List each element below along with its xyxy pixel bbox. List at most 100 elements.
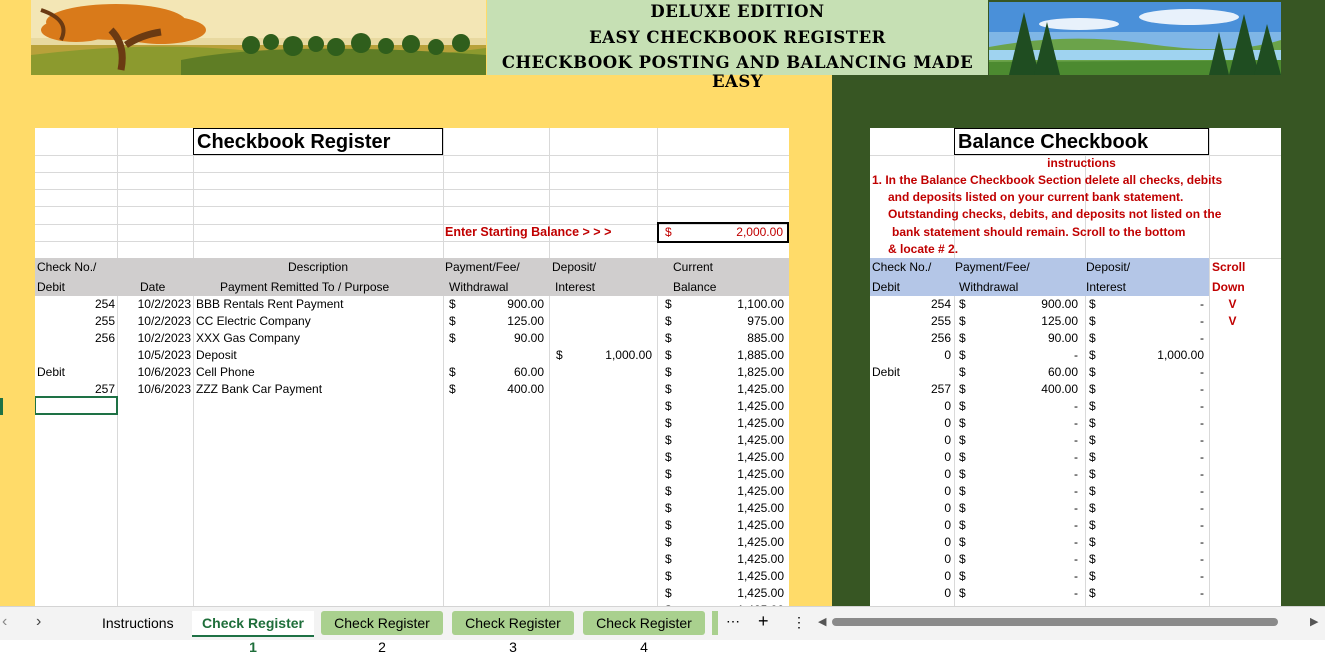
next-sheet-button[interactable]: › — [36, 613, 50, 631]
payment-cell — [465, 585, 544, 602]
check-no-cell — [35, 347, 115, 364]
tab-instructions[interactable]: Instructions — [92, 611, 182, 635]
more-sheets-button[interactable]: ⋯ — [726, 613, 740, 630]
balance-currency: $ — [665, 416, 672, 430]
check-no-cell — [35, 466, 115, 483]
balance-deposit-currency: $ — [1089, 331, 1096, 345]
prev-sheet-button[interactable]: ‹ — [2, 613, 16, 631]
date-cell — [117, 585, 191, 602]
payment-cell — [465, 500, 544, 517]
header-check-no: Check No./ — [37, 260, 97, 274]
checkbook-register-sheet: Checkbook Register Enter Starting Balanc… — [35, 128, 789, 606]
tab-check-register-3[interactable]: Check Register 3 — [452, 611, 574, 655]
tab-partial[interactable] — [712, 611, 718, 635]
balance-payment-currency: $ — [959, 365, 966, 379]
balance-cell: 1,425.00 — [737, 518, 784, 532]
balance-check-no-cell: 0 — [944, 416, 951, 430]
balance-check-no-cell: 0 — [944, 569, 951, 583]
instruction-line-5: & locate # 2. — [888, 242, 959, 256]
grid-col-line — [1209, 128, 1210, 606]
header-current: Current — [673, 260, 714, 274]
register-title: Checkbook Register — [193, 128, 443, 155]
balance-currency: $ — [665, 433, 672, 447]
date-cell — [117, 415, 191, 432]
balance-deposit-cell: - — [1200, 569, 1204, 583]
starting-balance-input[interactable]: $ 2,000.00 — [657, 222, 789, 243]
selected-cell[interactable] — [35, 396, 118, 415]
tab-check-register-2[interactable]: Check Register 2 — [321, 611, 443, 655]
scroll-right-icon[interactable]: ▶ — [1310, 615, 1318, 628]
check-no-cell: 255 — [94, 314, 115, 328]
balance-currency: $ — [665, 467, 672, 481]
deposit-cell — [570, 296, 652, 313]
payment-cell — [465, 347, 544, 364]
header-payment: Payment/Fee/ — [445, 260, 520, 274]
payment-cell — [465, 534, 544, 551]
scroll-down-mark-1: V — [1228, 297, 1237, 311]
check-no-cell: 254 — [94, 297, 115, 311]
check-no-cell — [35, 568, 115, 585]
balance-cell: 1,425.00 — [737, 433, 784, 447]
date-cell — [117, 483, 191, 500]
balance-deposit-currency: $ — [1089, 416, 1096, 430]
balance-deposit-cell: - — [1200, 382, 1204, 396]
header-date: Date — [140, 280, 166, 294]
instruction-line-2: and deposits listed on your current bank… — [888, 190, 1184, 204]
description-cell: ZZZ Bank Car Payment — [196, 382, 323, 396]
balance-deposit-currency: $ — [1089, 399, 1096, 413]
payment-cell — [465, 415, 544, 432]
balance-check-no-cell: 0 — [944, 552, 951, 566]
payment-cell: 90.00 — [513, 331, 544, 345]
tab-check-register-4[interactable]: Check Register 4 — [583, 611, 705, 655]
balance-deposit-currency: $ — [1089, 348, 1096, 362]
grid-col-line — [443, 128, 444, 606]
balance-deposit-currency: $ — [1089, 382, 1096, 396]
grid-col-line — [193, 128, 194, 606]
balance-deposit-cell: - — [1200, 535, 1204, 549]
balance-payment-cell: - — [1074, 348, 1078, 362]
scroll-label: Scroll — [1212, 260, 1246, 274]
payment-cell — [465, 483, 544, 500]
balance-check-no-cell: 0 — [944, 586, 951, 600]
balance-payment-cell: - — [1074, 586, 1078, 600]
payment-cell — [465, 551, 544, 568]
balance-check-no-cell: 0 — [944, 450, 951, 464]
deposit-cell — [570, 330, 652, 347]
check-no-cell — [35, 415, 115, 432]
deposit-cell — [570, 466, 652, 483]
grid-row-line — [35, 206, 789, 207]
add-sheet-button[interactable]: + — [758, 611, 769, 632]
payment-currency: $ — [449, 297, 456, 311]
balance-check-no-cell: 256 — [930, 331, 951, 345]
balance-deposit-cell: - — [1200, 399, 1204, 413]
balance-payment-currency: $ — [959, 433, 966, 447]
balance-currency: $ — [665, 348, 672, 362]
down-label: Down — [1212, 280, 1245, 294]
balance-cell: 1,425.00 — [737, 586, 784, 600]
balance-payment-cell: 90.00 — [1047, 331, 1078, 345]
balance-payment-cell: - — [1074, 467, 1078, 481]
balance-currency: $ — [665, 552, 672, 566]
balance-deposit-currency: $ — [1089, 450, 1096, 464]
balance-deposit-cell: - — [1200, 314, 1204, 328]
horizontal-scrollbar-thumb[interactable] — [832, 618, 1278, 626]
balance-payment-cell: - — [1074, 535, 1078, 549]
check-no-cell — [35, 585, 115, 602]
balance-payment-currency: $ — [959, 314, 966, 328]
sheet-options-button[interactable]: ⋮ — [792, 614, 806, 631]
deposit-cell — [570, 432, 652, 449]
balance-check-no-cell: 257 — [930, 382, 951, 396]
description-cell: CC Electric Company — [196, 314, 311, 328]
balance-payment-cell: - — [1074, 450, 1078, 464]
deposit-cell — [570, 551, 652, 568]
balance-payment-currency: $ — [959, 518, 966, 532]
scroll-left-icon[interactable]: ◀ — [818, 615, 826, 628]
balance-payment-cell: - — [1074, 518, 1078, 532]
check-no-cell — [35, 449, 115, 466]
grid-col-line — [657, 128, 658, 606]
payment-cell: 125.00 — [507, 314, 544, 328]
payment-currency: $ — [449, 365, 456, 379]
header-deposit: Deposit/ — [552, 260, 597, 274]
tab-check-register-1[interactable]: Check Register 1 — [192, 611, 314, 655]
balance-payment-cell: 60.00 — [1047, 365, 1078, 379]
